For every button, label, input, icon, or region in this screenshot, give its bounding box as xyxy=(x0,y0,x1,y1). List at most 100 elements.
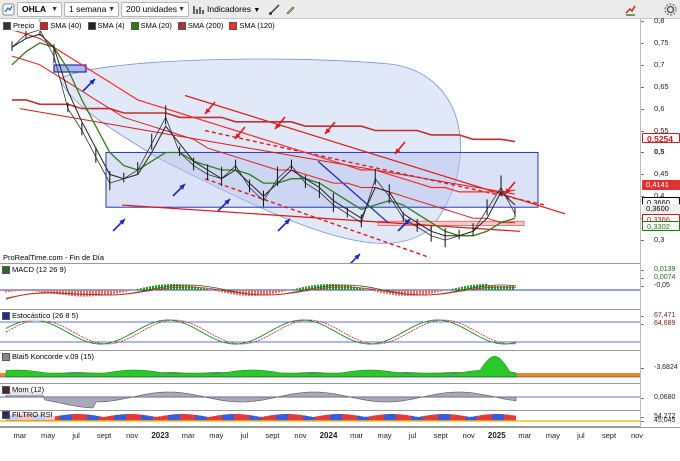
rsi-bar xyxy=(381,414,384,421)
settings-icon[interactable] xyxy=(664,3,677,16)
rsi-bar xyxy=(186,414,189,421)
rsi-bar xyxy=(378,414,381,421)
rsi-bar xyxy=(75,414,78,421)
x-month-label: nov xyxy=(294,431,307,440)
rsi-bar xyxy=(348,414,351,421)
koncorde-canvas[interactable] xyxy=(0,351,640,384)
timeframe-label: 1 semana xyxy=(69,4,107,14)
rsi-bar xyxy=(393,414,396,421)
units-selector[interactable]: 200 unidades ▼ xyxy=(121,2,189,17)
legend-item[interactable]: Precio xyxy=(2,20,36,31)
rsi-bar xyxy=(63,414,66,421)
rsi-bar xyxy=(96,415,99,421)
rsi-bar xyxy=(165,415,168,421)
rsi-bar xyxy=(90,414,93,421)
macd-canvas[interactable] xyxy=(0,264,640,310)
rsi-bar xyxy=(276,414,279,421)
legend-item[interactable]: SMA (20) xyxy=(129,20,173,31)
rsi-bar xyxy=(225,414,228,421)
rsi-bar xyxy=(486,414,489,421)
rsi-bar xyxy=(93,415,96,421)
rsi-bar xyxy=(402,414,405,421)
chevron-down-icon: ▼ xyxy=(253,7,261,14)
toolbar: OHLA ▼ 1 semana ▼ 200 unidades ▼ Indicadore… xyxy=(0,0,680,19)
indicators-button[interactable]: Indicadores ▼ xyxy=(207,2,260,17)
rsi-bar xyxy=(426,415,429,421)
rsi-bar xyxy=(327,414,330,421)
chart-type-icon[interactable] xyxy=(192,3,205,16)
rsi-bar xyxy=(453,414,456,421)
y-tick-label: 0,5 xyxy=(641,147,680,157)
legend-swatch xyxy=(40,21,49,30)
timeframe-selector[interactable]: 1 semana ▼ xyxy=(64,2,119,17)
units-label: 200 unidades xyxy=(126,4,178,14)
trend-up-icon[interactable] xyxy=(624,3,637,16)
legend-item[interactable]: SMA (200) xyxy=(176,20,225,31)
rsi-bar xyxy=(69,414,72,421)
pencil-icon[interactable] xyxy=(284,3,297,16)
price-chart[interactable]: Precio SMA (40) SMA (4) SMA (20) SMA (200) SM… xyxy=(0,19,640,264)
rsi-bar xyxy=(141,414,144,421)
x-month-label: jul xyxy=(240,431,249,440)
rsi-bar xyxy=(318,415,321,421)
rsi-bar xyxy=(480,415,483,421)
indicator-swatch xyxy=(2,312,10,320)
stochastic-canvas[interactable] xyxy=(0,310,640,351)
rsi-bar xyxy=(138,414,141,421)
rsi-bar xyxy=(78,414,81,421)
symbol-selector[interactable]: OHLA ▼ xyxy=(17,2,62,17)
rsi-bar xyxy=(222,414,225,421)
chevron-down-icon: ▼ xyxy=(108,6,115,13)
rsi-bar xyxy=(57,415,60,421)
momentum-area xyxy=(5,391,517,409)
rsi-bar xyxy=(288,414,291,421)
rsi-bar xyxy=(456,414,459,421)
rsi-bar xyxy=(459,415,462,421)
price-axis[interactable]: 0,80,750,70,650,60,550,50,450,40,350,30,… xyxy=(640,16,680,427)
price-chart-canvas[interactable] xyxy=(0,19,640,264)
rsi-filter-canvas[interactable] xyxy=(0,411,640,427)
rsi-bar xyxy=(450,414,453,421)
data-source-label: ProRealTime.com - Fin de Día xyxy=(3,253,105,262)
stochastic-pane[interactable]: Estocástico (26 8 5) xyxy=(0,310,640,351)
time-axis[interactable]: mar may jul sept nov 2023 mar may jul sept nov 2024… xyxy=(0,427,680,461)
y-tick-label: 0,7 xyxy=(641,60,680,70)
rsi-bar xyxy=(297,414,300,421)
rsi-bar xyxy=(273,414,276,421)
drawing-tools-icon[interactable] xyxy=(268,3,281,16)
tool-menu-icon[interactable] xyxy=(2,3,15,16)
indicator-title-label: Estocástico (26 8 5) xyxy=(12,311,79,320)
momentum-pane[interactable]: Mom (12) xyxy=(0,384,640,411)
legend-item[interactable]: SMA (4) xyxy=(86,20,126,31)
indicator-axis-label: 0,0680 xyxy=(641,393,680,403)
rsi-bar xyxy=(462,415,465,421)
x-month-label: sept xyxy=(97,431,112,440)
rsi-bar xyxy=(132,414,135,421)
rsi-bar xyxy=(375,415,378,421)
stochastic-title: Estocástico (26 8 5) xyxy=(2,311,81,321)
koncorde-pane[interactable]: Blai5 Koncorde v.09 (15) xyxy=(0,351,640,384)
rsi-bar xyxy=(339,414,342,421)
macd-pane[interactable]: MACD (12 26 9) xyxy=(0,264,640,310)
indicator-axis-label: 45,045 xyxy=(641,416,680,426)
momentum-canvas[interactable] xyxy=(0,384,640,411)
rsi-bar xyxy=(354,415,357,421)
legend-item[interactable]: SMA (120) xyxy=(228,20,276,31)
legend-label: Precio xyxy=(13,20,35,30)
highlight-zone xyxy=(59,58,461,244)
rsi-bar xyxy=(123,414,126,421)
indicator-axis-label: 64,689 xyxy=(641,319,680,329)
legend-swatch xyxy=(229,21,238,30)
rsi-filter-pane[interactable]: FILTRO RSI xyxy=(0,411,640,427)
rsi-bar xyxy=(387,414,390,421)
legend-item[interactable]: SMA (40) xyxy=(39,20,83,31)
rsi-bar xyxy=(489,414,492,421)
rsi-bar xyxy=(192,414,195,421)
rsi-bar xyxy=(513,415,516,421)
x-month-label: sept xyxy=(433,431,448,440)
legend-label: SMA (40) xyxy=(50,20,82,30)
indicator-title-label: MACD (12 26 9) xyxy=(12,265,67,274)
rsi-bar xyxy=(507,414,510,421)
rsi-bar xyxy=(84,414,87,421)
rsi-bar xyxy=(408,415,411,421)
